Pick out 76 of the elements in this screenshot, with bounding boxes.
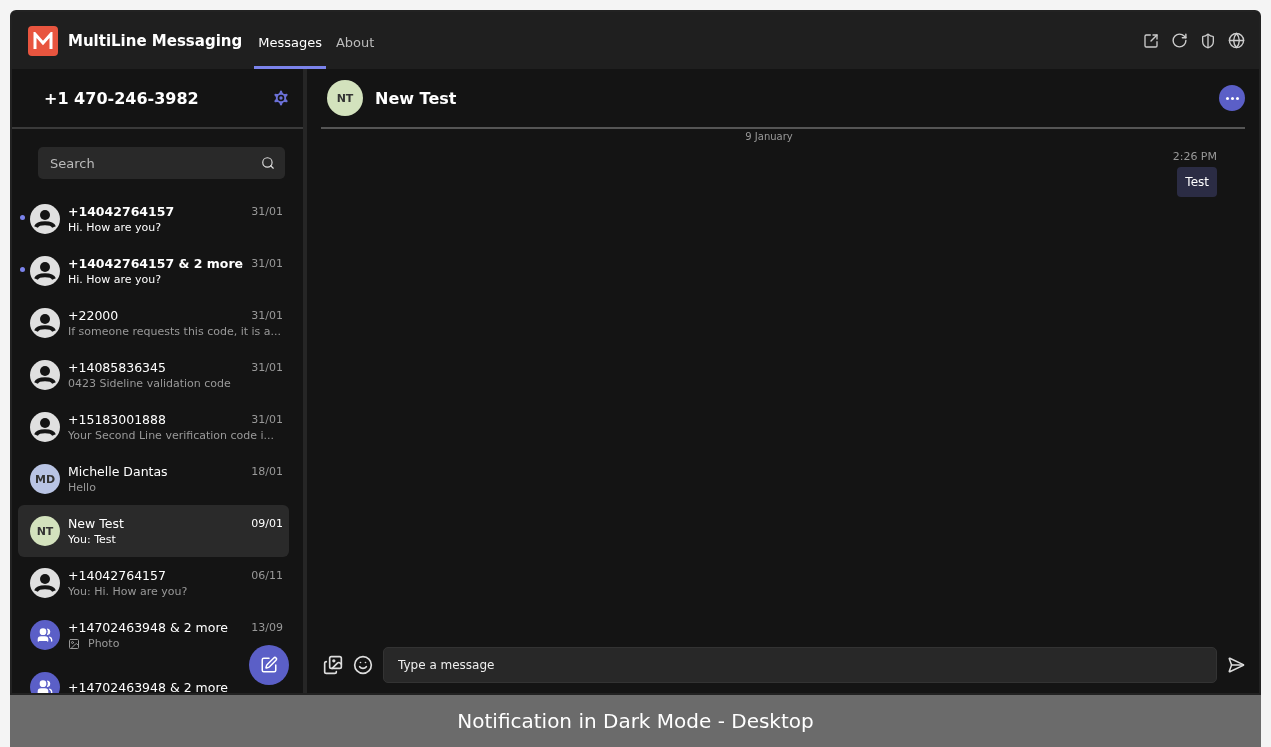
contact-name: +15183001888	[68, 412, 166, 427]
message-preview: Your Second Line verification code i...	[68, 429, 275, 442]
message-date: 13/09	[251, 621, 283, 634]
message-preview: Hello	[68, 481, 96, 494]
conversation-item[interactable]: +14702463948 & 2 more 13/09 Photo	[18, 609, 289, 661]
gallery-icon[interactable]	[323, 655, 343, 675]
message-bubble: Test	[1177, 167, 1217, 197]
message-input[interactable]: Type a message	[398, 658, 1202, 672]
conversation-item[interactable]: +14042764157 31/01 Hi. How are you?	[18, 193, 289, 245]
message-preview: Photo	[68, 637, 120, 650]
conversation-item[interactable]: +22000 31/01 If someone requests this code, it is a...	[18, 297, 289, 349]
contact-name: +14085836345	[68, 360, 166, 375]
person-avatar-icon	[30, 204, 60, 234]
group-avatar-icon	[30, 672, 60, 693]
group-avatar-icon	[30, 620, 60, 650]
image-icon	[68, 637, 80, 650]
message-date: 31/01	[251, 413, 283, 426]
emoji-icon[interactable]	[353, 655, 373, 675]
composer-bar[interactable]: Type a message	[383, 647, 1217, 683]
send-icon[interactable]	[1227, 656, 1245, 674]
contact-name: +14042764157	[68, 568, 166, 583]
avatar: NT	[30, 516, 60, 546]
message-preview: Hi. How are you?	[68, 221, 162, 234]
message-date: 31/01	[251, 205, 283, 218]
conversation-item[interactable]: NT New Test 09/01 You: Test	[18, 505, 289, 557]
conversation-item[interactable]: +14042764157 & 2 more 31/01 Hi. How are you?	[18, 245, 289, 297]
compose-icon	[260, 656, 278, 674]
conversation-item[interactable]: +14085836345 31/01 0423 Sideline validation code	[18, 349, 289, 401]
nav-tab[interactable]: About	[331, 12, 379, 69]
app-name: MultiLine Messaging	[68, 31, 243, 50]
unread-dot	[20, 267, 25, 272]
message-time: 2:26 PM	[1172, 150, 1217, 163]
contact-name: +14702463948 & 2 more	[68, 679, 228, 693]
message-date: 09/01	[251, 517, 283, 530]
conversation-title: New Test	[375, 88, 458, 108]
message-date: 31/01	[251, 361, 283, 374]
person-avatar-icon	[30, 360, 60, 390]
conversation-item[interactable]: MD Michelle Dantas 18/01 Hello	[18, 453, 289, 505]
message-preview: You: Test	[68, 533, 116, 546]
contact-name: +22000	[68, 308, 119, 323]
search-field[interactable]: Search	[50, 155, 261, 171]
avatar: MD	[30, 464, 60, 494]
message-date: 31/01	[251, 257, 283, 270]
search-bar[interactable]: Search	[38, 147, 285, 179]
message-date: 18/01	[251, 465, 283, 478]
settings-icon[interactable]	[271, 88, 291, 108]
message-preview: Hi. How are you?	[68, 273, 162, 286]
more-options-button[interactable]	[1219, 85, 1245, 111]
conversation-item[interactable]: +15183001888 31/01 Your Second Line verification code i...	[18, 401, 289, 453]
message-preview: If someone requests this code, it is a...	[68, 325, 282, 338]
refresh-icon[interactable]	[1171, 32, 1188, 49]
contact-name: New Test	[68, 516, 124, 531]
contact-name: +14042764157 & 2 more	[68, 256, 244, 271]
contact-name: Michelle Dantas	[68, 464, 168, 479]
app-logo	[28, 25, 58, 56]
unread-dot	[20, 215, 25, 220]
caption: Notification in Dark Mode - Desktop	[457, 709, 814, 733]
avatar: NT	[327, 80, 363, 116]
shield-icon[interactable]	[1200, 32, 1216, 49]
message-preview: You: Hi. How are you?	[68, 585, 188, 598]
message-date: 06/11	[251, 569, 283, 582]
globe-icon[interactable]	[1228, 32, 1245, 49]
person-avatar-icon	[30, 256, 60, 286]
person-avatar-icon	[30, 412, 60, 442]
person-avatar-icon	[30, 308, 60, 338]
conversation-item[interactable]: +14042764157 06/11 You: Hi. How are you?	[18, 557, 289, 609]
message-preview: 0423 Sideline validation code	[68, 377, 231, 390]
compose-button[interactable]	[249, 645, 289, 685]
message-date: 31/01	[251, 309, 283, 322]
phone-number: +1 470-246-3982	[44, 88, 199, 108]
open-external-icon[interactable]	[1143, 32, 1159, 49]
date-divider: 9 January	[745, 131, 793, 142]
contact-name: +14702463948 & 2 more	[68, 620, 228, 635]
search-icon	[261, 156, 275, 170]
person-avatar-icon	[30, 568, 60, 598]
contact-name: +14042764157	[68, 204, 175, 219]
